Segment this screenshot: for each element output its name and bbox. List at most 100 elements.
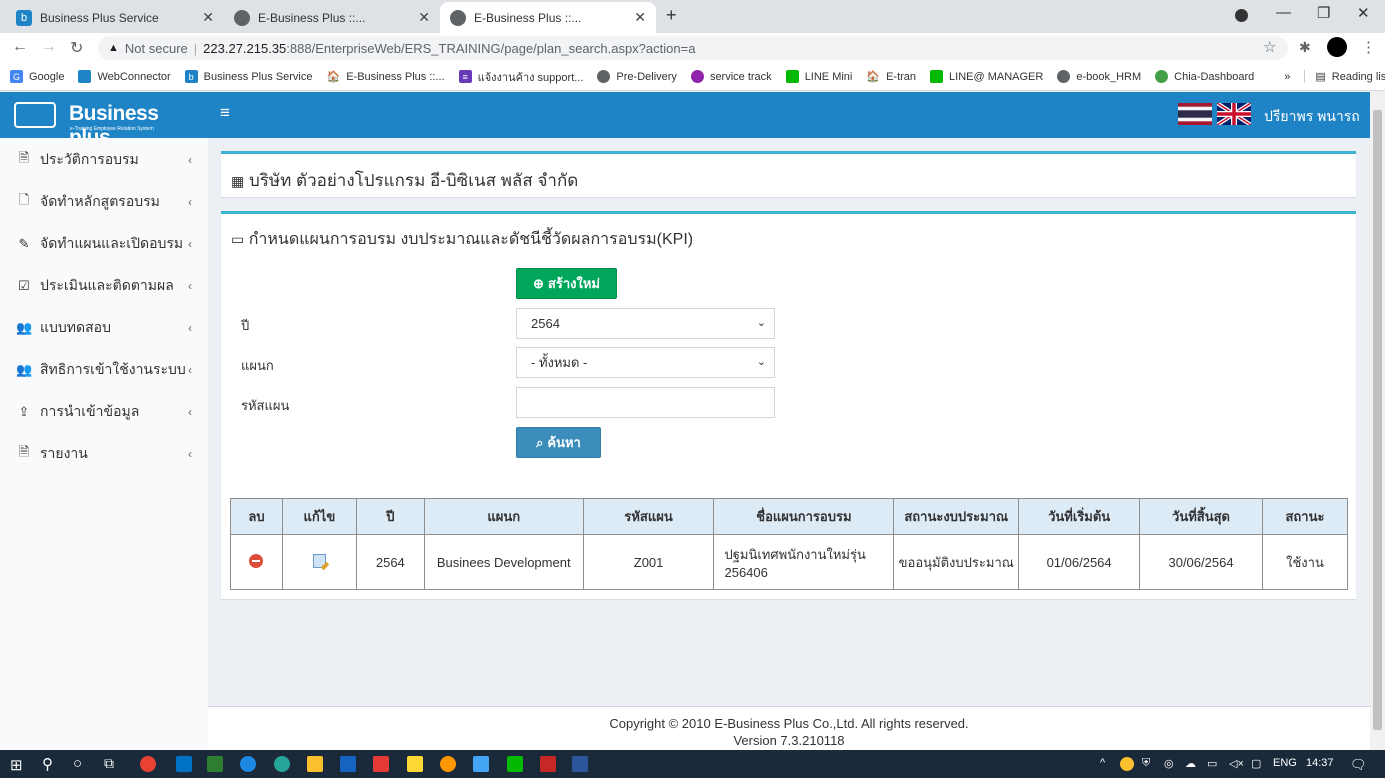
- column-header: วันที่เริ่มต้น: [1018, 498, 1141, 535]
- bookmark-item[interactable]: LINE@ MANAGER: [930, 70, 1043, 83]
- edit-icon[interactable]: [312, 553, 326, 568]
- browser-tab-active[interactable]: E-Business Plus ::... ✕: [440, 2, 656, 33]
- plan-code-input[interactable]: [516, 387, 775, 418]
- edge-icon[interactable]: [274, 756, 290, 772]
- sidebar-item-training-history[interactable]: 🗎 ประวัติการอบรม ‹: [0, 139, 208, 181]
- search-icon[interactable]: ⚲: [42, 755, 53, 773]
- language-indicator[interactable]: ENG: [1273, 757, 1297, 769]
- anydesk-icon[interactable]: [373, 756, 389, 772]
- bookmark-item[interactable]: 🏠 E-Business Plus ::...: [326, 70, 444, 84]
- sidebar-item-permissions[interactable]: 👥 สิทธิการเข้าใช้งานระบบ ‹: [0, 349, 208, 391]
- close-tab-icon[interactable]: ✕: [418, 9, 430, 26]
- line-icon: [930, 70, 944, 83]
- tray-app-icon[interactable]: ◎: [1164, 757, 1174, 770]
- thai-flag-icon[interactable]: [1178, 103, 1212, 125]
- sidebar-item-import[interactable]: ⇪ การนำเข้าข้อมูล ‹: [0, 391, 208, 433]
- scrollbar-thumb[interactable]: [1373, 110, 1382, 730]
- cell-status: ใช้งาน: [1261, 534, 1349, 590]
- column-header: สถานะงบประมาณ: [893, 498, 1020, 535]
- cell-year: 2564: [355, 534, 425, 590]
- close-tab-icon[interactable]: ✕: [634, 9, 646, 26]
- tab-title: E-Business Plus ::...: [258, 10, 366, 25]
- extensions-icon[interactable]: ✱: [1299, 39, 1311, 56]
- app-icon[interactable]: [540, 756, 556, 772]
- delete-icon[interactable]: [249, 553, 264, 568]
- bookmark-item[interactable]: G Google: [10, 70, 64, 83]
- display-icon[interactable]: ▢: [1251, 757, 1261, 770]
- windows-start-icon[interactable]: ⊞: [10, 756, 23, 774]
- tray-security-icon[interactable]: ⛨: [1142, 757, 1150, 770]
- app-logo[interactable]: Business plus e-Training Employee Relati…: [14, 96, 204, 149]
- bookmark-item[interactable]: LINE Mini: [785, 70, 852, 83]
- menu-icon[interactable]: ⋮: [1361, 38, 1376, 56]
- user-name[interactable]: ปรียาพร พนารถ: [1264, 106, 1360, 128]
- business-plus-icon: b: [184, 70, 198, 83]
- file-explorer-icon[interactable]: [307, 756, 323, 772]
- bookmarks-more[interactable]: »: [1284, 71, 1290, 83]
- sidebar-item-evaluation[interactable]: ☑ ประเมินและติดตามผล ‹: [0, 265, 208, 307]
- chrome-icon[interactable]: [140, 756, 156, 772]
- uk-flag-icon[interactable]: [1217, 103, 1251, 125]
- bookmark-item[interactable]: e-book_HRM: [1057, 70, 1141, 83]
- webconnector-icon: [78, 70, 92, 83]
- sidebar-item-course[interactable]: 🗋 จัดทำหลักสูตรอบรม ‹: [0, 181, 208, 223]
- line-icon[interactable]: [507, 756, 523, 772]
- profile-download-icon[interactable]: [1235, 9, 1248, 22]
- bookmark-item[interactable]: WebConnector: [78, 70, 171, 83]
- bookmark-item[interactable]: 🏠 E-tran: [866, 70, 916, 84]
- sidebar-item-report[interactable]: 🗎 รายงาน ‹: [0, 433, 208, 475]
- plan-code-label: รหัสแผน: [241, 398, 290, 413]
- new-tab-button[interactable]: +: [666, 5, 677, 26]
- network-icon[interactable]: ▭: [1207, 757, 1217, 770]
- volume-icon[interactable]: ◁×: [1229, 757, 1244, 770]
- not-secure-label: Not secure: [124, 40, 188, 56]
- clock[interactable]: 14:37: [1306, 757, 1334, 769]
- edit-icon: ✎: [18, 236, 30, 251]
- bookmark-item[interactable]: Chia-Dashboard: [1155, 70, 1254, 83]
- minimize-icon[interactable]: —: [1276, 4, 1291, 21]
- browser-tab[interactable]: E-Business Plus ::... ✕: [224, 2, 440, 33]
- profile-avatar[interactable]: [1327, 37, 1347, 57]
- notifications-icon[interactable]: 🗨: [1350, 757, 1367, 773]
- star-icon[interactable]: ☆: [1263, 38, 1276, 56]
- browser-tab[interactable]: b Business Plus Service ✕: [6, 2, 224, 33]
- app-icon[interactable]: [473, 756, 489, 772]
- url-field[interactable]: ▲ Not secure | 223.27.215.35:888/Enterpr…: [98, 36, 1288, 60]
- sidebar-item-plan[interactable]: ✎ จัดทำแผนและเปิดอบรม ‹: [0, 223, 208, 265]
- app-icon[interactable]: [340, 756, 356, 772]
- year-select[interactable]: 2564 ⌄: [516, 308, 775, 339]
- plus-circle-icon: ⊕: [533, 275, 544, 291]
- word-icon[interactable]: [572, 756, 588, 772]
- cortana-icon[interactable]: ○: [73, 755, 82, 772]
- app-icon[interactable]: [440, 756, 456, 772]
- url-host: 223.27.215.35: [203, 40, 287, 56]
- bookmark-item[interactable]: b Business Plus Service: [184, 70, 312, 83]
- ie-icon[interactable]: [240, 756, 256, 772]
- create-new-button[interactable]: ⊕ สร้างใหม่: [516, 268, 617, 299]
- close-tab-icon[interactable]: ✕: [202, 9, 214, 26]
- app-icon[interactable]: [207, 756, 223, 772]
- outlook-icon[interactable]: [176, 756, 192, 772]
- bookmark-item[interactable]: service track: [690, 70, 772, 83]
- reading-list[interactable]: ▤ Reading list: [1304, 70, 1385, 83]
- tray-app-icon[interactable]: [1120, 757, 1134, 771]
- tray-chevron-icon[interactable]: ^: [1100, 757, 1105, 769]
- reload-icon[interactable]: ↻: [70, 38, 83, 58]
- onedrive-icon[interactable]: ☁: [1185, 757, 1196, 770]
- sidebar-item-test[interactable]: 👥 แบบทดสอบ ‹: [0, 307, 208, 349]
- hamburger-menu-icon[interactable]: ≡: [220, 103, 230, 123]
- close-window-icon[interactable]: ✕: [1357, 4, 1370, 22]
- department-select[interactable]: - ทั้งหมด - ⌄: [516, 347, 775, 378]
- task-view-icon[interactable]: ⧉: [104, 755, 114, 772]
- chevron-left-icon: ‹: [188, 279, 192, 293]
- page-scrollbar[interactable]: [1370, 92, 1385, 750]
- search-button[interactable]: ⌕ ค้นหา: [516, 427, 601, 458]
- app-icon[interactable]: [407, 756, 423, 772]
- bookmark-item[interactable]: ≡ แจ้งงานค้าง support...: [458, 68, 583, 86]
- forward-icon[interactable]: →: [41, 38, 57, 56]
- cell-plan-name: ปฐมนิเทศพนักงานใหม่รุ่น 256406: [713, 534, 895, 590]
- warning-icon: ▲: [108, 42, 119, 54]
- bookmark-item[interactable]: Pre-Delivery: [597, 70, 677, 83]
- maximize-icon[interactable]: ❐: [1317, 4, 1330, 22]
- back-icon[interactable]: ←: [12, 38, 28, 56]
